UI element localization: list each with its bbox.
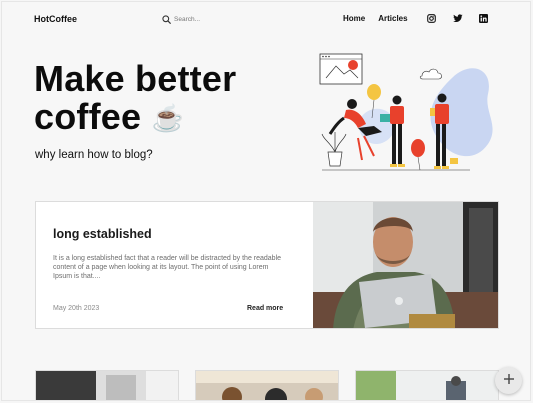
search-icon xyxy=(162,14,171,24)
linkedin-icon[interactable] xyxy=(479,13,489,23)
hero-title: Make better coffee ☕ xyxy=(34,60,236,137)
post-date: May 20th 2023 xyxy=(53,305,100,312)
coffee-cup-emoji: ☕ xyxy=(151,103,185,133)
search-input[interactable] xyxy=(174,15,254,23)
hero-illustration xyxy=(302,48,502,178)
main-nav: Home Articles xyxy=(343,13,489,23)
featured-post-card[interactable]: long established It is a long establishe… xyxy=(35,201,499,329)
hero-title-word: coffee xyxy=(34,96,142,137)
post-photo xyxy=(313,202,498,328)
instagram-icon[interactable] xyxy=(427,13,437,23)
twitter-icon[interactable] xyxy=(452,13,463,23)
plus-icon xyxy=(503,372,515,390)
brand-logo[interactable]: HotCoffee xyxy=(34,14,77,24)
post-title[interactable]: long established xyxy=(53,227,152,241)
read-more-link[interactable]: Read more xyxy=(247,305,283,312)
post-thumbnail-3[interactable] xyxy=(355,370,499,400)
post-excerpt: It is a long established fact that a rea… xyxy=(53,255,282,281)
hero-title-line-1: Make better xyxy=(34,58,237,99)
post-thumbnail-2[interactable] xyxy=(195,370,339,400)
nav-home[interactable]: Home xyxy=(343,14,365,23)
hero-subtitle: why learn how to blog? xyxy=(35,149,153,161)
page: HotCoffee Home Articles xyxy=(1,1,531,401)
site-header: HotCoffee Home Articles xyxy=(2,2,530,36)
search-bar[interactable] xyxy=(162,12,254,26)
post-thumbnail-1[interactable] xyxy=(35,370,179,400)
nav-articles[interactable]: Articles xyxy=(378,14,407,23)
hero-title-line-2: coffee ☕ xyxy=(34,98,236,137)
add-button[interactable] xyxy=(495,367,522,394)
